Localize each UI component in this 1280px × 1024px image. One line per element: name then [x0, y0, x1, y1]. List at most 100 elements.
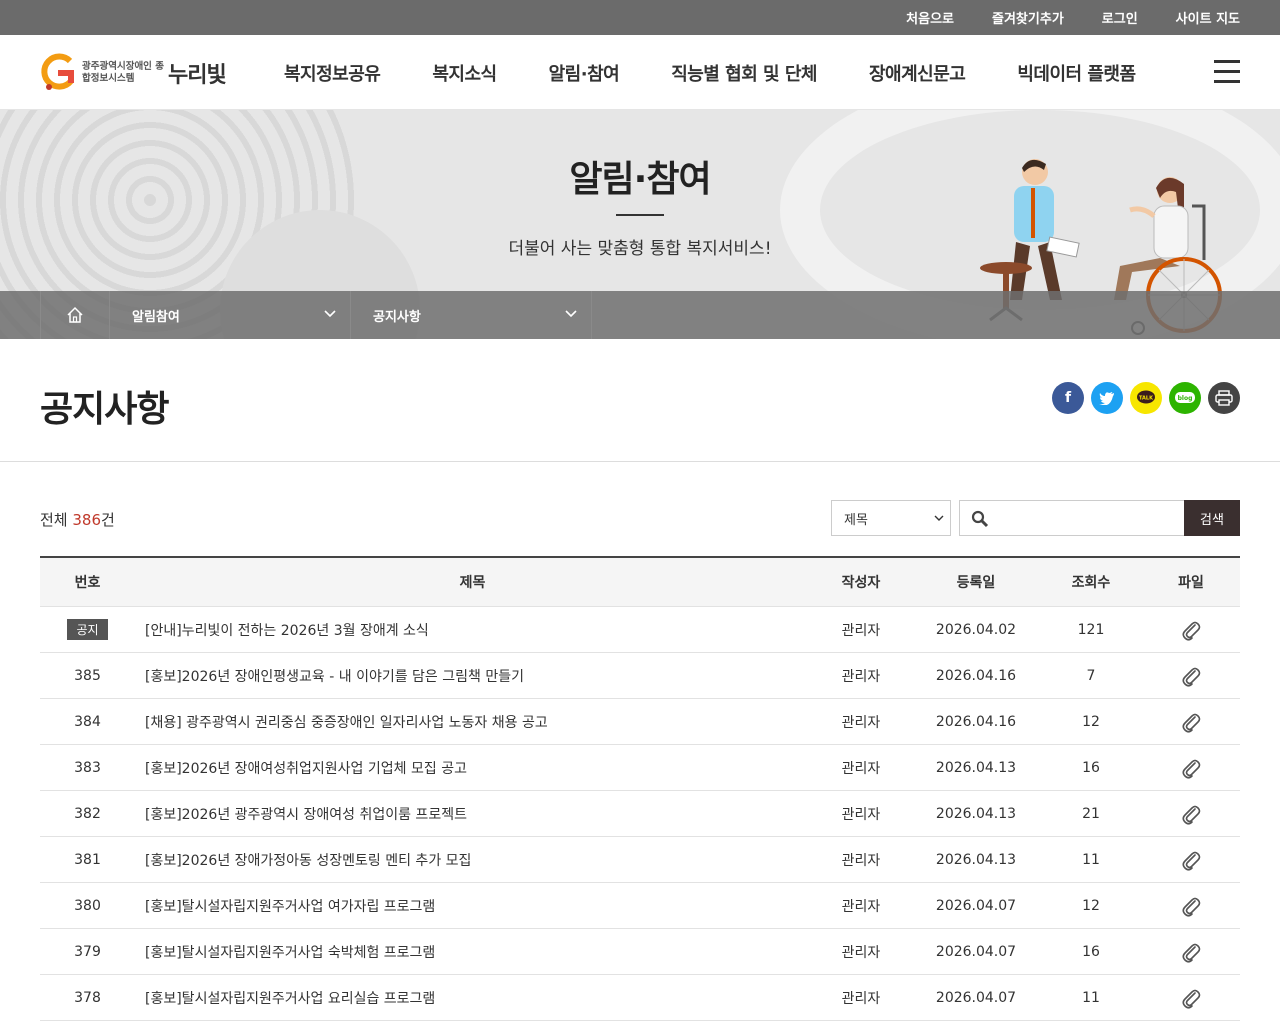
- search-box[interactable]: [959, 500, 1185, 536]
- table-header: 번호 제목 작성자 등록일 조회수 파일: [40, 558, 1240, 607]
- search-field-select[interactable]: 제목: [831, 500, 951, 536]
- row-views: 7: [1086, 667, 1096, 684]
- location-depth2-dropdown[interactable]: 공지사항: [351, 291, 592, 339]
- nav-welfare-info[interactable]: 복지정보공유: [284, 60, 381, 86]
- attachment-icon[interactable]: [1181, 665, 1201, 687]
- nav-bigdata[interactable]: 빅데이터 플랫폼: [1017, 60, 1136, 86]
- row-writer: 관리자: [841, 806, 881, 823]
- chevron-down-icon: [934, 515, 944, 521]
- row-number: 383: [74, 759, 101, 776]
- util-login-link[interactable]: 로그인: [1102, 8, 1138, 27]
- row-title-link[interactable]: [홍보]탈시설자립지원주거사업 요리실습 프로그램: [135, 988, 810, 1008]
- site-header: 광주광역시장애인 종합정보시스템 누리빛 복지정보공유 복지소식 알림·참여 직…: [0, 35, 1280, 110]
- util-bookmark-link[interactable]: 즐겨찾기추가: [992, 8, 1064, 27]
- search-input[interactable]: [996, 505, 1176, 531]
- table-row[interactable]: 385 [홍보]2026년 장애인평생교육 - 내 이야기를 담은 그림책 만들기…: [40, 653, 1240, 699]
- header-date: 등록일: [956, 575, 996, 591]
- row-title-link[interactable]: [홍보]2026년 장애여성취업지원사업 기업체 모집 공고: [135, 758, 810, 778]
- row-file: [1142, 665, 1240, 687]
- row-file: [1142, 941, 1240, 963]
- row-file: [1142, 757, 1240, 779]
- table-row[interactable]: 382 [홍보]2026년 광주광역시 장애여성 취업이룸 프로젝트 관리자 2026…: [40, 791, 1240, 837]
- location-depth1-dropdown[interactable]: 알림참여: [110, 291, 351, 339]
- row-title-link[interactable]: [안내]누리빛이 전하는 2026년 3월 장애계 소식: [135, 620, 810, 640]
- table-row[interactable]: 384 [채용] 광주광역시 권리중심 중증장애인 일자리사업 노동자 채용 공고…: [40, 699, 1240, 745]
- menu-hamburger-icon[interactable]: [1214, 60, 1240, 84]
- svg-text:blog: blog: [1178, 395, 1193, 402]
- table-row[interactable]: 379 [홍보]탈시설자립지원주거사업 숙박체험 프로그램 관리자 2026.04.0…: [40, 929, 1240, 975]
- attachment-icon[interactable]: [1181, 941, 1201, 963]
- attachment-icon[interactable]: [1181, 803, 1201, 825]
- nav-associations[interactable]: 직능별 협회 및 단체: [671, 60, 817, 86]
- attachment-icon[interactable]: [1181, 895, 1201, 917]
- print-icon[interactable]: [1208, 382, 1240, 414]
- row-title-link[interactable]: [홍보]2026년 광주광역시 장애여성 취업이룸 프로젝트: [135, 804, 810, 824]
- row-views: 16: [1082, 759, 1100, 776]
- attachment-icon[interactable]: [1181, 711, 1201, 733]
- row-views: 12: [1082, 897, 1100, 914]
- table-row[interactable]: 공지 [안내]누리빛이 전하는 2026년 3월 장애계 소식 관리자 2026.04…: [40, 607, 1240, 653]
- util-home-link[interactable]: 처음으로: [906, 8, 954, 27]
- search-button[interactable]: 검색: [1184, 500, 1240, 536]
- row-file: [1142, 987, 1240, 1009]
- kakaotalk-icon[interactable]: TALK: [1130, 382, 1162, 414]
- total-suffix: 건: [101, 511, 115, 529]
- nav-petition[interactable]: 장애계신문고: [869, 60, 966, 86]
- row-writer: 관리자: [841, 944, 881, 961]
- row-date: 2026.04.07: [935, 989, 1017, 1006]
- utility-links: 처음으로 즐겨찾기추가 로그인 사이트 지도: [868, 0, 1240, 35]
- table-row[interactable]: 383 [홍보]2026년 장애여성취업지원사업 기업체 모집 공고 관리자 2026…: [40, 745, 1240, 791]
- row-views: 16: [1082, 943, 1100, 960]
- row-writer: 관리자: [841, 760, 881, 777]
- row-file: [1142, 803, 1240, 825]
- nav-welfare-news[interactable]: 복지소식: [432, 60, 497, 86]
- logo-title: 누리빛: [168, 63, 227, 88]
- row-number: 382: [74, 805, 101, 822]
- row-writer: 관리자: [841, 898, 881, 915]
- location-depth1-label: 알림참여: [132, 309, 180, 325]
- nav-notice-participation[interactable]: 알림·참여: [549, 60, 620, 86]
- svg-text:TALK: TALK: [1139, 396, 1154, 402]
- row-file: [1142, 849, 1240, 871]
- row-date: 2026.04.07: [935, 943, 1017, 960]
- row-title-link[interactable]: [홍보]탈시설자립지원주거사업 숙박체험 프로그램: [135, 942, 810, 962]
- attachment-icon[interactable]: [1181, 619, 1201, 641]
- location-depth2-label: 공지사항: [373, 309, 421, 325]
- row-title-link[interactable]: [채용] 광주광역시 권리중심 중증장애인 일자리사업 노동자 채용 공고: [135, 712, 810, 732]
- header-writer: 작성자: [841, 575, 881, 591]
- row-date: 2026.04.02: [935, 621, 1017, 638]
- attachment-icon[interactable]: [1181, 849, 1201, 871]
- row-number: 380: [74, 897, 101, 914]
- table-row[interactable]: 378 [홍보]탈시설자립지원주거사업 요리실습 프로그램 관리자 2026.04.0…: [40, 975, 1240, 1021]
- site-logo[interactable]: 광주광역시장애인 종합정보시스템 누리빛: [40, 53, 227, 93]
- table-row[interactable]: 380 [홍보]탈시설자립지원주거사업 여가자립 프로그램 관리자 2026.04.0…: [40, 883, 1240, 929]
- row-writer: 관리자: [841, 668, 881, 685]
- attachment-icon[interactable]: [1181, 987, 1201, 1009]
- location-bar: 알림참여 공지사항: [0, 291, 1280, 339]
- twitter-icon[interactable]: [1091, 382, 1123, 414]
- search-field-value: 제목: [844, 512, 868, 528]
- facebook-icon[interactable]: f: [1052, 382, 1084, 414]
- table-body: 공지 [안내]누리빛이 전하는 2026년 3월 장애계 소식 관리자 2026.04…: [40, 607, 1240, 1021]
- logo-mark-icon: [40, 53, 76, 93]
- home-icon[interactable]: [40, 291, 110, 339]
- row-title-link[interactable]: [홍보]탈시설자립지원주거사업 여가자립 프로그램: [135, 896, 810, 916]
- main-navigation: 복지정보공유 복지소식 알림·참여 직능별 협회 및 단체 장애계신문고 빅데이…: [284, 35, 1188, 110]
- row-views: 12: [1082, 713, 1100, 730]
- row-views: 11: [1082, 851, 1100, 868]
- row-writer: 관리자: [841, 714, 881, 731]
- search-icon: [971, 510, 989, 528]
- blog-icon[interactable]: blog: [1169, 382, 1201, 414]
- utility-bar: 처음으로 즐겨찾기추가 로그인 사이트 지도: [0, 0, 1280, 35]
- util-sitemap-link[interactable]: 사이트 지도: [1176, 8, 1240, 27]
- row-views: 21: [1082, 805, 1100, 822]
- logo-subtitle: 광주광역시장애인 종합정보시스템: [82, 61, 164, 84]
- table-row[interactable]: 381 [홍보]2026년 장애가정아동 성장멘토링 멘티 추가 모집 관리자 202…: [40, 837, 1240, 883]
- row-number: 379: [74, 943, 101, 960]
- row-title-link[interactable]: [홍보]2026년 장애가정아동 성장멘토링 멘티 추가 모집: [135, 850, 810, 870]
- share-icons: f TALK blog: [1045, 382, 1240, 414]
- attachment-icon[interactable]: [1181, 757, 1201, 779]
- row-writer: 관리자: [841, 622, 881, 639]
- row-writer: 관리자: [841, 852, 881, 869]
- row-title-link[interactable]: [홍보]2026년 장애인평생교육 - 내 이야기를 담은 그림책 만들기: [135, 666, 810, 686]
